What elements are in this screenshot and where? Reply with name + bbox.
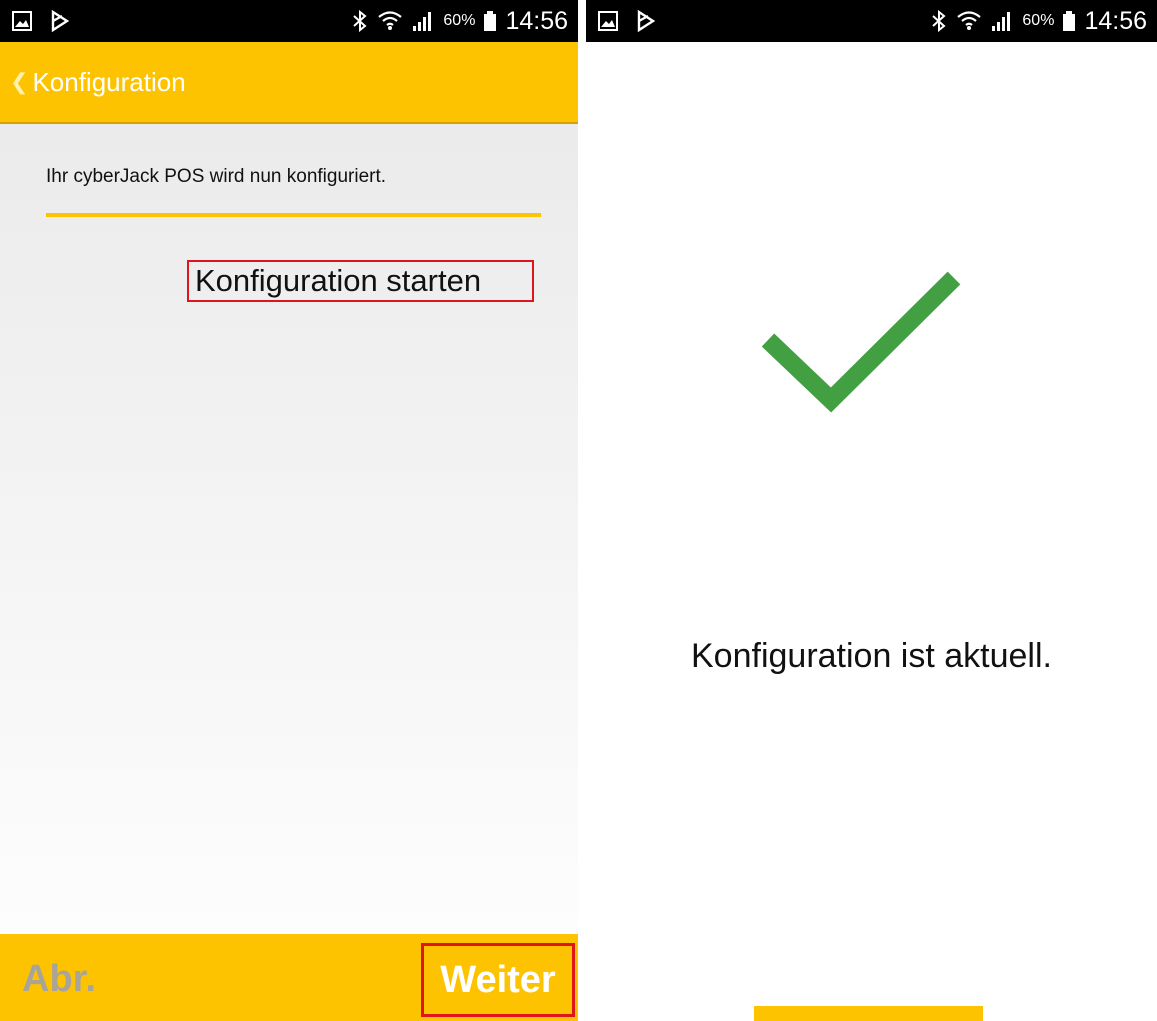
right-screen: 60% 14:56 Konfiguration ist aktuell. xyxy=(586,0,1157,1021)
signal-icon xyxy=(990,9,1014,33)
notification-flag-icon xyxy=(48,9,72,33)
gallery-icon xyxy=(596,9,620,33)
next-button[interactable]: Weiter xyxy=(421,943,575,1017)
battery-percentage: 60% xyxy=(1022,12,1055,29)
close-button[interactable] xyxy=(754,1006,983,1021)
wifi-icon xyxy=(956,9,982,33)
intro-text: Ihr cyberJack POS wird nun konfiguriert. xyxy=(46,166,387,187)
status-message: Konfiguration ist aktuell. xyxy=(691,637,1052,675)
gallery-icon xyxy=(10,9,34,33)
status-bar: 60% 14:56 xyxy=(586,0,1157,42)
checkmark-icon xyxy=(756,262,966,422)
bluetooth-icon xyxy=(351,9,369,33)
bluetooth-icon xyxy=(930,9,948,33)
bottom-bar: Abr. Weiter xyxy=(0,934,578,1021)
clock: 14:56 xyxy=(1084,6,1147,35)
battery-icon xyxy=(483,9,497,33)
signal-icon xyxy=(411,9,435,33)
wifi-icon xyxy=(377,9,403,33)
clock: 14:56 xyxy=(505,6,568,35)
screen-separator xyxy=(578,0,586,1021)
notification-flag-icon xyxy=(634,9,658,33)
battery-icon xyxy=(1062,9,1076,33)
abort-button[interactable]: Abr. xyxy=(22,958,96,1001)
app-bar: ❮ Konfiguration xyxy=(0,42,578,124)
status-bar: 60% 14:56 xyxy=(0,0,578,42)
page-title[interactable]: Konfiguration xyxy=(32,67,185,98)
progress-line xyxy=(46,213,541,217)
battery-percentage: 60% xyxy=(443,12,476,29)
start-configuration-link[interactable]: Konfiguration starten xyxy=(187,260,534,302)
left-screen: 60% 14:56 ❮ Konfiguration Ihr cyberJack … xyxy=(0,0,578,1021)
chevron-left-icon[interactable]: ❮ xyxy=(10,69,28,95)
